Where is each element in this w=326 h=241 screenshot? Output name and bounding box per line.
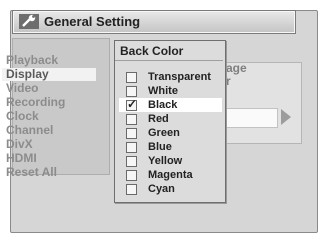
option-green[interactable]: Green: [119, 126, 222, 140]
option-red[interactable]: Red: [119, 112, 222, 126]
checkbox[interactable]: [126, 142, 137, 153]
checkmark-icon: ✓: [127, 97, 138, 111]
checkbox[interactable]: [126, 128, 137, 139]
option-transparent[interactable]: Transparent: [119, 70, 222, 84]
option-label: Blue: [148, 141, 172, 153]
checkbox[interactable]: [126, 170, 137, 181]
checkbox[interactable]: [126, 86, 137, 97]
right-arrow-icon: [281, 109, 291, 125]
option-white[interactable]: White: [119, 84, 222, 98]
option-label: Red: [148, 113, 169, 125]
wrench-icon: [19, 14, 39, 29]
checkbox[interactable]: [126, 114, 137, 125]
popup-divider: [115, 60, 223, 61]
panel-partial-label-2: r: [226, 74, 231, 88]
menu-item-reset-all[interactable]: Reset All: [6, 166, 57, 179]
option-black[interactable]: ✓ Black: [119, 97, 222, 112]
menu-item-channel[interactable]: Channel: [6, 124, 53, 137]
option-yellow[interactable]: Yellow: [119, 154, 222, 168]
option-label: Cyan: [148, 183, 175, 195]
title-bar: General Setting: [12, 10, 296, 34]
checkbox[interactable]: [126, 72, 137, 83]
menu-item-hdmi[interactable]: HDMI: [6, 152, 37, 165]
checkbox[interactable]: [126, 156, 137, 167]
menu-item-video[interactable]: Video: [6, 82, 38, 95]
panel-partial-label-1: age: [226, 61, 247, 75]
checkbox[interactable]: [126, 184, 137, 195]
menu-item-recording[interactable]: Recording: [6, 96, 65, 109]
menu-item-playback[interactable]: Playback: [6, 54, 58, 67]
option-label: Green: [148, 127, 180, 139]
option-label: White: [148, 85, 178, 97]
checkbox-checked[interactable]: ✓: [126, 97, 138, 111]
option-label: Transparent: [148, 71, 211, 83]
option-blue[interactable]: Blue: [119, 140, 222, 154]
menu-item-divx[interactable]: DivX: [6, 138, 33, 151]
popup-title: Back Color: [120, 44, 184, 58]
option-magenta[interactable]: Magenta: [119, 168, 222, 182]
option-label: Black: [148, 99, 178, 111]
option-cyan[interactable]: Cyan: [119, 182, 222, 196]
page-title: General Setting: [44, 14, 141, 29]
option-label: Yellow: [148, 155, 183, 167]
option-label: Magenta: [148, 169, 193, 181]
menu-item-display[interactable]: Display: [2, 68, 96, 81]
menu-item-clock[interactable]: Clock: [6, 110, 39, 123]
